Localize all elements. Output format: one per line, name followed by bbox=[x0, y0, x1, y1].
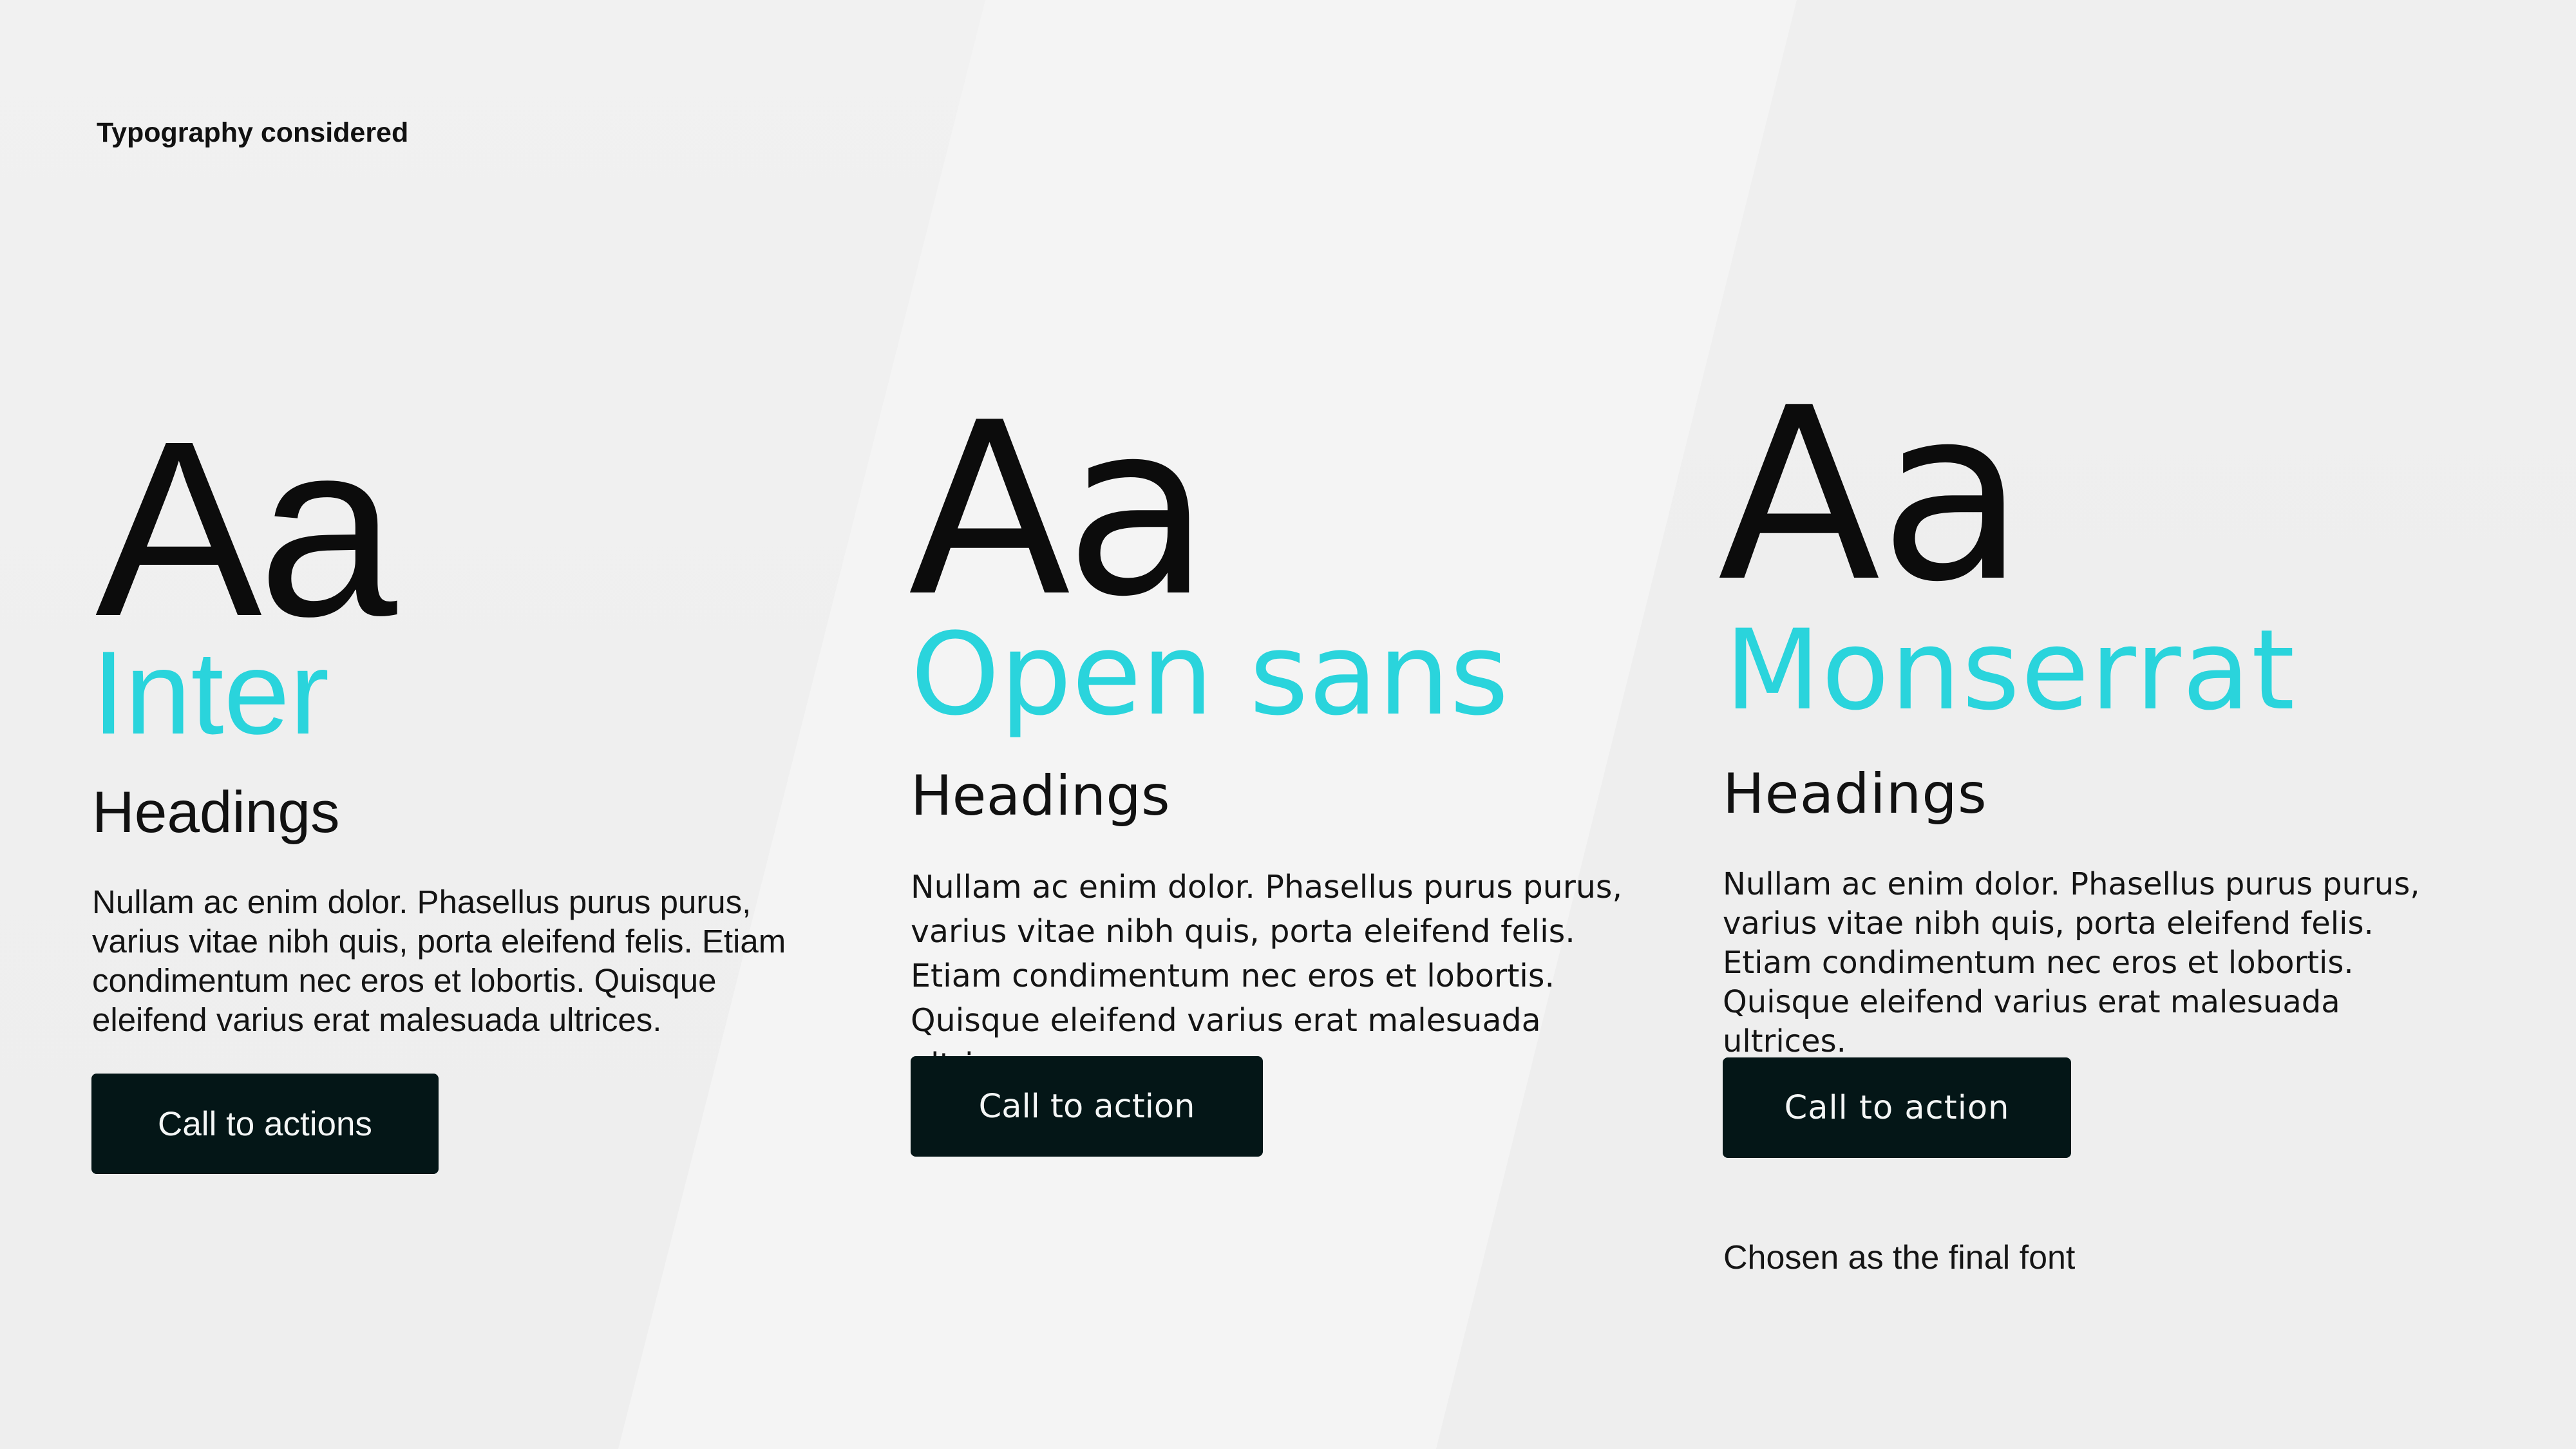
heading-sample: Headings bbox=[1723, 762, 1987, 826]
font-sample-glyphs: Aa bbox=[908, 372, 1211, 649]
font-sample-glyphs: Aa bbox=[1718, 357, 2025, 634]
font-name: Monserrat bbox=[1725, 605, 2297, 735]
body-text-sample: Nullam ac enim dolor. Phasellus purus pu… bbox=[1723, 866, 2420, 1059]
final-font-note: Chosen as the final font bbox=[1723, 1239, 2076, 1276]
call-to-action-button[interactable]: Call to action bbox=[911, 1056, 1263, 1157]
heading-sample: Headings bbox=[911, 764, 1170, 828]
font-name: Open sans bbox=[911, 609, 1509, 741]
font-card-monserrat: Aa Monserrat Headings Nullam ac enim dol… bbox=[0, 0, 2420, 1449]
typography-slide: Typography considered Aa Inter Headings … bbox=[0, 0, 2576, 1449]
call-to-action-button[interactable]: Call to action bbox=[1723, 1057, 2071, 1158]
body-text-sample: Nullam ac enim dolor. Phasellus purus pu… bbox=[911, 869, 1623, 1083]
